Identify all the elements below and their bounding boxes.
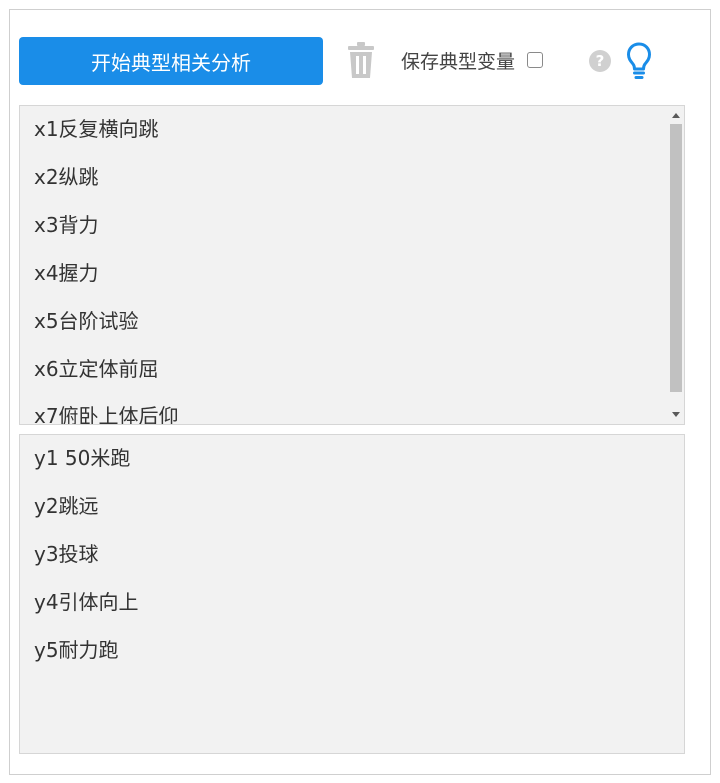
list-item[interactable]: y4引体向上 bbox=[34, 587, 139, 617]
trash-icon[interactable] bbox=[346, 41, 376, 79]
help-icon[interactable]: ? bbox=[589, 50, 611, 72]
list-item[interactable]: y1 50米跑 bbox=[34, 443, 130, 473]
list-item[interactable]: x6立定体前屈 bbox=[34, 354, 159, 384]
canonical-correlation-panel: 开始典型相关分析 保存典型变量 ? x1反复横向跳 x2纵跳 x3背力 x4握力… bbox=[9, 9, 711, 775]
scroll-thumb[interactable] bbox=[670, 124, 682, 392]
y-variable-list[interactable]: y1 50米跑 y2跳远 y3投球 y4引体向上 y5耐力跑 bbox=[19, 434, 685, 754]
run-canonical-correlation-button[interactable]: 开始典型相关分析 bbox=[19, 37, 323, 85]
list-item[interactable]: y5耐力跑 bbox=[34, 635, 119, 665]
scroll-up-arrow-icon[interactable] bbox=[672, 113, 680, 118]
list-item[interactable]: x4握力 bbox=[34, 258, 99, 288]
save-canonical-variables-group: 保存典型变量 bbox=[401, 46, 544, 74]
list-item[interactable]: x3背力 bbox=[34, 210, 99, 240]
lightbulb-icon[interactable] bbox=[626, 41, 652, 81]
save-canonical-variables-label: 保存典型变量 bbox=[401, 50, 516, 73]
list-item[interactable]: x5台阶试验 bbox=[34, 306, 139, 336]
list-item[interactable]: x7俯卧上体后仰 bbox=[34, 401, 179, 424]
x-list-scrollbar[interactable] bbox=[668, 106, 684, 424]
toolbar: 开始典型相关分析 保存典型变量 ? bbox=[10, 10, 710, 100]
list-item[interactable]: x2纵跳 bbox=[34, 162, 99, 192]
list-item[interactable]: y2跳远 bbox=[34, 491, 99, 521]
x-variable-list[interactable]: x1反复横向跳 x2纵跳 x3背力 x4握力 x5台阶试验 x6立定体前屈 x7… bbox=[19, 105, 685, 425]
scroll-down-arrow-icon[interactable] bbox=[672, 412, 680, 417]
save-canonical-variables-checkbox[interactable] bbox=[527, 52, 544, 68]
list-item[interactable]: x1反复横向跳 bbox=[34, 114, 159, 144]
list-item[interactable]: y3投球 bbox=[34, 539, 99, 569]
